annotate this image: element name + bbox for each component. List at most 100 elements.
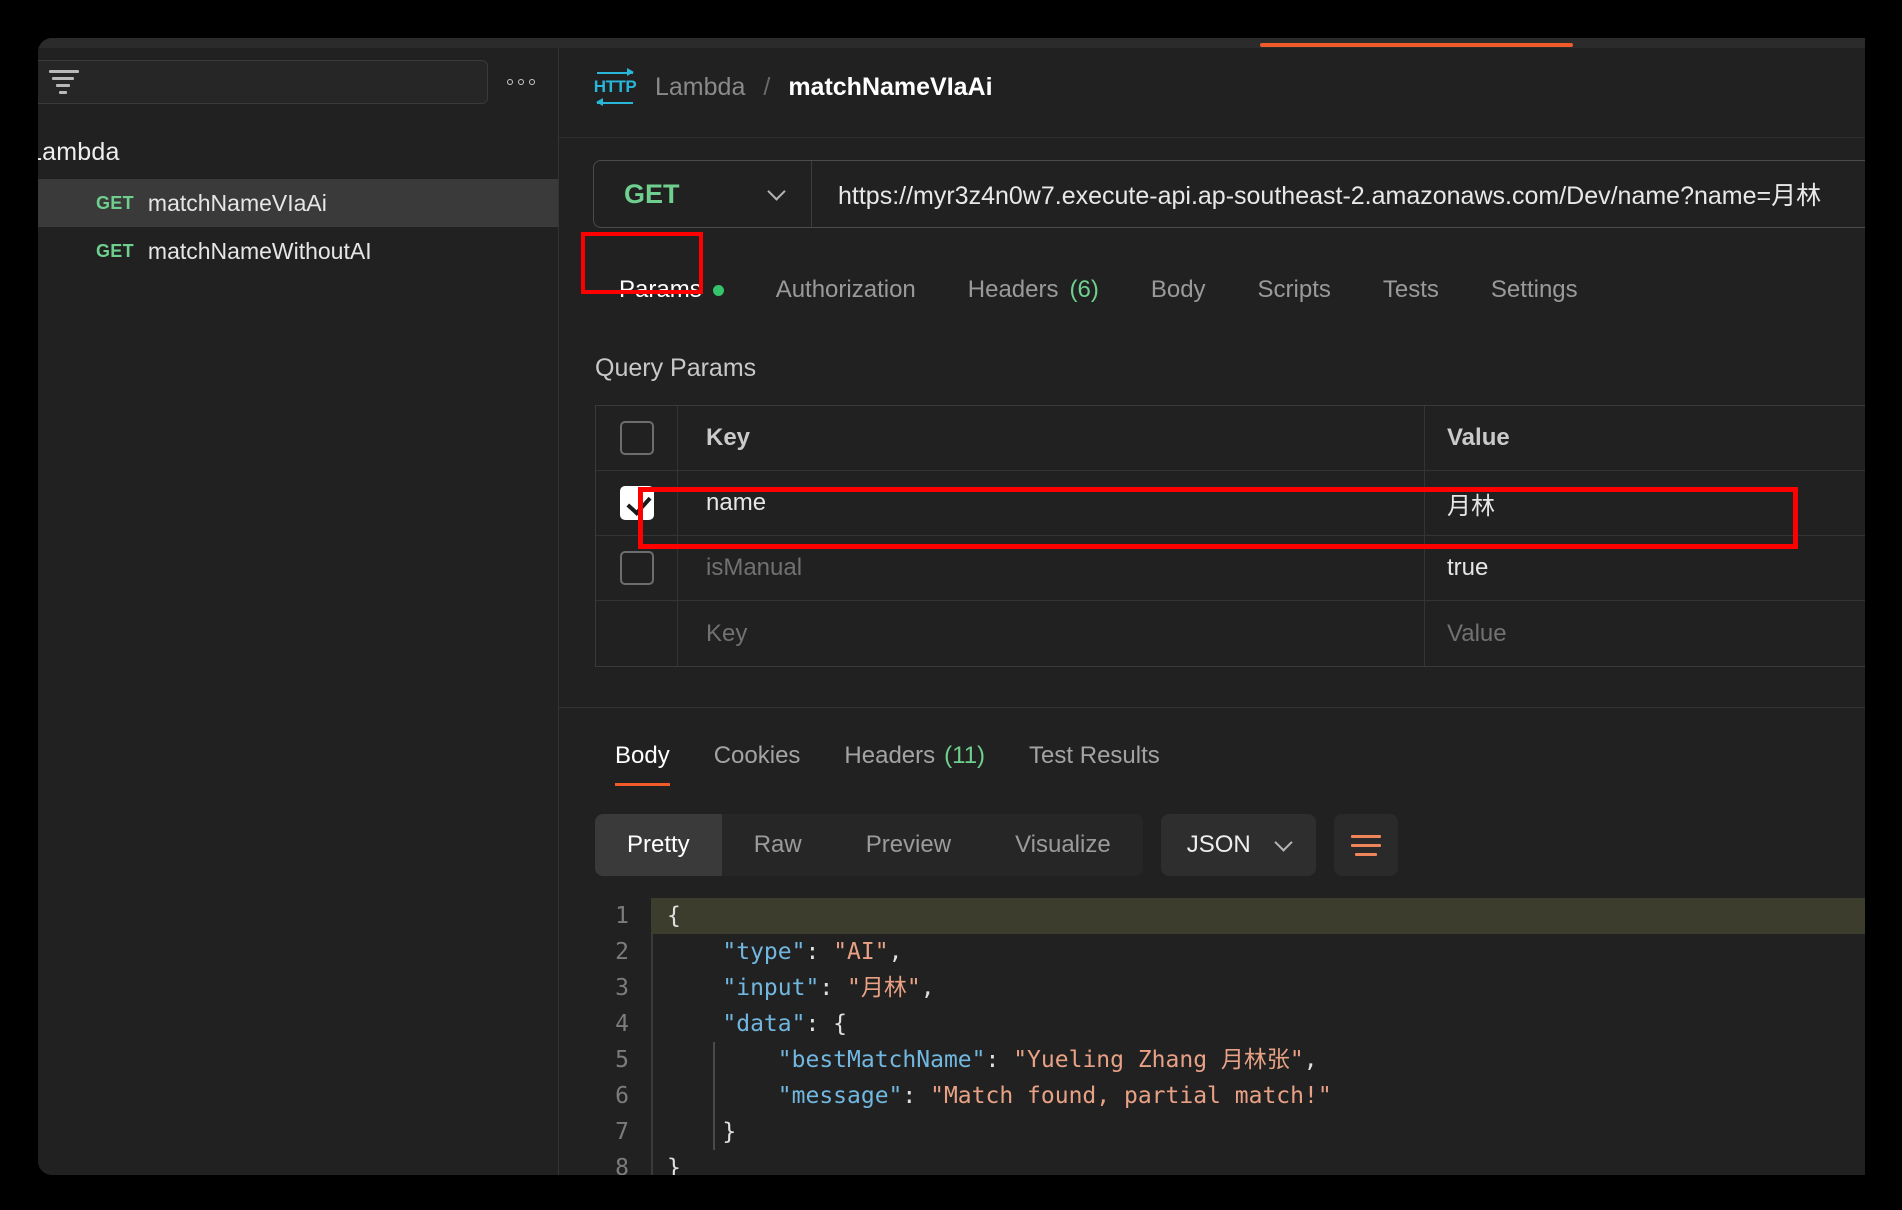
line-number-gutter: 1 2 3 4 5 6 7 8: [559, 898, 651, 1175]
code-token: :: [819, 975, 848, 1001]
code-token: }: [667, 1155, 681, 1175]
screenshot-bottom-clip: [0, 1175, 1902, 1210]
table-row: isManual true: [596, 536, 1865, 601]
code-token: "Yueling Zhang 月林张": [1013, 1047, 1304, 1073]
tab-scripts-label: Scripts: [1257, 276, 1331, 303]
url-bar: GET https://myr3z4n0w7.execute-api.ap-so…: [593, 160, 1865, 228]
code-line: "input": "月林",: [667, 970, 1865, 1006]
request-method-badge: GET: [96, 192, 134, 213]
code-token: }: [667, 1119, 737, 1145]
row-enabled-checkbox[interactable]: [619, 486, 654, 520]
response-tab-body[interactable]: Body: [593, 734, 692, 786]
text-wrap-icon[interactable]: [1333, 814, 1398, 876]
breadcrumb-request-name: matchNameVIaAi: [788, 73, 993, 101]
response-tabs: Body Cookies Headers (11) Test Results: [559, 708, 1865, 786]
tab-params[interactable]: Params: [593, 262, 750, 318]
column-header-key: Key: [678, 406, 1425, 470]
line-number: 3: [615, 975, 629, 1001]
param-value-input-placeholder[interactable]: Value: [1425, 601, 1865, 666]
param-value-input[interactable]: true: [1425, 536, 1865, 600]
code-line: {: [651, 898, 1865, 934]
code-token: :: [985, 1047, 1014, 1073]
code-token: :: [805, 939, 834, 965]
code-token: "月林": [847, 975, 921, 1001]
view-mode-raw[interactable]: Raw: [722, 814, 834, 876]
tab-tests[interactable]: Tests: [1357, 262, 1465, 318]
sidebar-request-matchnamewithoutai[interactable]: GET matchNameWithoutAI: [38, 227, 558, 275]
response-tab-headers-count: (11): [944, 742, 986, 769]
code-token: "bestMatchName": [777, 1047, 986, 1073]
params-modified-dot: [712, 284, 724, 296]
response-language-dropdown[interactable]: JSON: [1160, 814, 1316, 876]
response-tab-body-label: Body: [615, 742, 670, 769]
breadcrumb-separator: /: [763, 73, 771, 101]
code-token: "message": [777, 1083, 903, 1109]
param-key-input-placeholder[interactable]: Key: [678, 601, 1425, 666]
code-token: "AI": [833, 939, 889, 965]
sidebar-filter-input[interactable]: [38, 60, 488, 104]
param-value-input[interactable]: 月林: [1425, 471, 1865, 535]
window-tab-strip: [38, 38, 1865, 48]
filter-funnel-icon: [49, 70, 79, 94]
query-params-title: Query Params: [595, 354, 757, 382]
select-all-checkbox[interactable]: [619, 421, 654, 455]
code-token: "data": [722, 1011, 806, 1037]
code-token: : {: [805, 1011, 848, 1037]
code-token: "Match found, partial match!": [930, 1083, 1332, 1109]
response-tab-test-results[interactable]: Test Results: [1007, 734, 1182, 786]
row-enabled-checkbox[interactable]: [619, 551, 654, 585]
request-name-label: matchNameWithoutAI: [147, 237, 372, 264]
active-tab-indicator: [1260, 43, 1573, 47]
url-input[interactable]: https://myr3z4n0w7.execute-api.ap-southe…: [812, 161, 1865, 227]
code-lines[interactable]: { "type": "AI", "input": "月林", "data": {…: [651, 898, 1865, 1175]
url-row: GET https://myr3z4n0w7.execute-api.ap-so…: [559, 138, 1865, 228]
tab-body-label: Body: [1150, 276, 1206, 303]
tab-scripts[interactable]: Scripts: [1232, 262, 1357, 318]
api-client-window: Lambda GET matchNameVIaAi GET matchNameW…: [38, 38, 1865, 1175]
table-row: name 月林: [596, 471, 1865, 536]
code-line: }: [667, 1114, 1865, 1150]
view-mode-pretty[interactable]: Pretty: [595, 814, 722, 876]
chevron-down-icon: [767, 181, 786, 201]
tab-tests-label: Tests: [1382, 276, 1439, 303]
response-view-mode-group: Pretty Raw Preview Visualize: [595, 814, 1143, 876]
sidebar-toolbar: [38, 48, 558, 114]
response-tab-headers[interactable]: Headers (11): [822, 734, 1007, 786]
tab-body[interactable]: Body: [1125, 262, 1232, 318]
line-number: 4: [615, 1011, 629, 1037]
code-line: "type": "AI",: [667, 934, 1865, 970]
ellipsis-icon-dot: [518, 79, 524, 85]
line-number: 7: [615, 1119, 629, 1145]
line-number: 5: [615, 1047, 629, 1073]
select-all-cell: [596, 406, 678, 470]
breadcrumb-collection[interactable]: Lambda: [655, 73, 745, 102]
sidebar-request-matchnamevlaai[interactable]: GET matchNameVIaAi: [38, 179, 558, 227]
code-token: :: [902, 1083, 931, 1109]
http-method-dropdown[interactable]: GET: [594, 161, 812, 227]
code-line: "bestMatchName": "Yueling Zhang 月林张",: [667, 1042, 1865, 1078]
response-tab-headers-label: Headers: [844, 742, 936, 769]
tab-headers[interactable]: Headers (6): [942, 262, 1125, 318]
view-mode-visualize[interactable]: Visualize: [983, 814, 1143, 876]
row-checkbox-cell: [596, 536, 678, 600]
response-tab-cookies[interactable]: Cookies: [692, 734, 823, 786]
tab-headers-label: Headers: [967, 276, 1059, 303]
row-checkbox-cell: [596, 601, 678, 666]
code-line: "message": "Match found, partial match!": [667, 1078, 1865, 1114]
param-key-input[interactable]: isManual: [678, 536, 1425, 600]
line-number: 2: [615, 939, 629, 965]
tab-authorization[interactable]: Authorization: [750, 262, 942, 318]
ellipsis-icon-dot: [529, 79, 535, 85]
table-header-row: Key Value: [596, 406, 1865, 471]
code-token: "type": [722, 939, 806, 965]
request-name-label: matchNameVIaAi: [147, 189, 327, 216]
param-key-input[interactable]: name: [678, 471, 1425, 535]
tab-settings[interactable]: Settings: [1465, 262, 1604, 318]
sidebar-more-button[interactable]: [498, 62, 544, 102]
tab-authorization-label: Authorization: [775, 276, 916, 303]
view-mode-preview[interactable]: Preview: [834, 814, 983, 876]
